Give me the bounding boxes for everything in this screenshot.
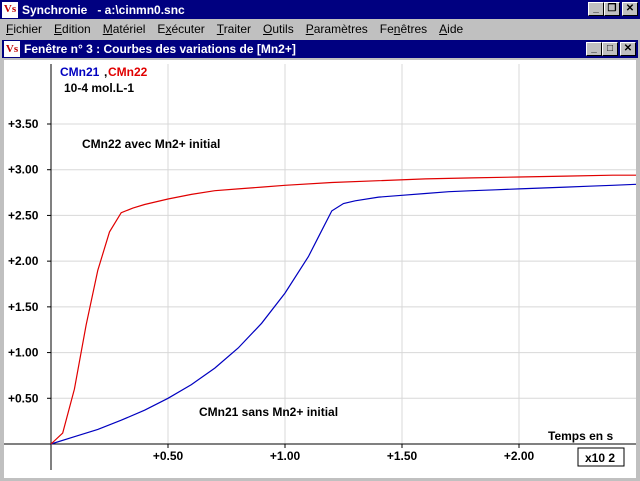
minimize-icon[interactable]: _ [586,42,602,56]
y-tick-label: +1.00 [8,346,39,360]
close-icon[interactable]: ✕ [620,42,636,56]
x-scale-label: x10 2 [585,451,615,465]
menu-traiter[interactable]: Traiter [211,22,257,36]
close-icon[interactable]: ✕ [622,2,638,16]
y-tick-label: +2.00 [8,254,39,268]
app-title-bar: Vs Synchronie - a:\cinmn0.snc _ ❐ ✕ [0,0,640,19]
y-axis-label-cmn21: CMn21 [60,65,100,79]
y-tick-label: +1.50 [8,300,39,314]
chart-window-title-bar: Vs Fenêtre n° 3 : Courbes des variations… [2,40,638,58]
y-axis-unit: 10-4 mol.L-1 [64,81,134,95]
x-tick-label: +1.00 [270,449,301,463]
maximize-icon[interactable]: □ [602,42,618,56]
annotation-cmn21: CMn21 sans Mn2+ initial [199,405,338,419]
app-title: Synchronie - a:\cinmn0.snc [22,2,185,17]
menu-parametres[interactable]: Paramètres [300,22,374,36]
x-tick-label: +1.50 [387,449,418,463]
plot-area[interactable]: +0.50 +1.00 +1.50 +2.00 +2.50 +3.00 +3.50 +0.50… [4,60,637,478]
x-tick-label: +0.50 [153,449,184,463]
x-tick-label: +2.00 [504,449,535,463]
x-axis-label: Temps en s [548,429,613,443]
window-icon[interactable]: Vs [4,41,20,57]
y-tick-label: +2.50 [8,208,39,222]
menu-outils[interactable]: Outils [257,22,300,36]
y-axis-label-cmn22: CMn22 [108,65,148,79]
menu-aide[interactable]: Aide [433,22,469,36]
y-tick-label: +0.50 [8,391,39,405]
window-title: Fenêtre n° 3 : Courbes des variations de… [24,42,296,56]
menu-fichier[interactable]: Fichier [0,22,48,36]
menu-edition[interactable]: Edition [48,22,97,36]
y-axis-label-separator: , [104,65,107,79]
annotation-cmn22: CMn22 avec Mn2+ initial [82,137,220,151]
y-tick-label: +3.00 [8,163,39,177]
series-line-cmn21 [50,183,637,445]
y-tick-label: +3.50 [8,117,39,131]
minimize-icon[interactable]: _ [588,2,604,16]
menu-fenetres[interactable]: Fenêtres [374,22,433,36]
chart-window: Vs Fenêtre n° 3 : Courbes des variations… [0,38,640,480]
restore-icon[interactable]: ❐ [604,2,620,16]
menu-bar: Fichier Edition Matériel Exécuter Traiter Out… [0,19,640,38]
chart: +0.50 +1.00 +1.50 +2.00 +2.50 +3.00 +3.50 +0.50… [4,64,637,470]
app-icon[interactable]: Vs [2,1,18,18]
menu-executer[interactable]: Exécuter [151,22,210,36]
menu-materiel[interactable]: Matériel [97,22,152,36]
